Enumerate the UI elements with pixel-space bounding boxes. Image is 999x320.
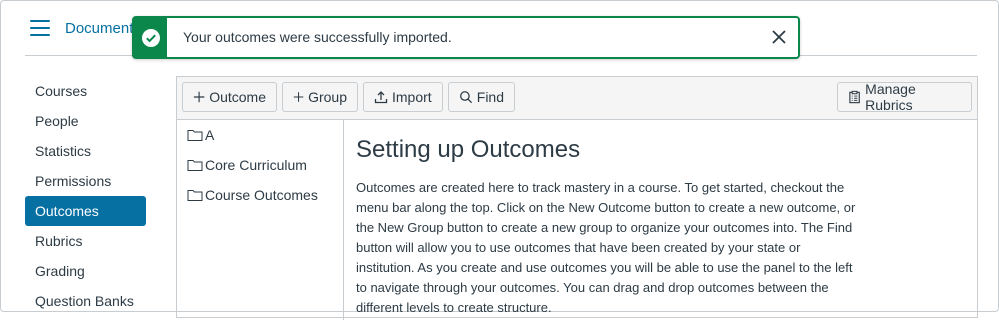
course-nav: Courses People Statistics Permissions Ou… [25, 76, 146, 316]
plus-icon [293, 92, 304, 102]
nav-item-rubrics[interactable]: Rubrics [25, 226, 146, 256]
manage-rubrics-label: Manage Rubrics [865, 81, 916, 113]
add-group-label: Group [308, 89, 347, 105]
search-icon [460, 91, 473, 104]
import-label: Import [392, 89, 432, 105]
folder-icon [187, 160, 203, 171]
success-toast: Your outcomes were successfully imported… [132, 16, 800, 59]
nav-item-outcomes[interactable]: Outcomes [25, 196, 146, 226]
tree-item-a[interactable]: A [177, 120, 343, 150]
import-button[interactable]: Import [363, 82, 443, 112]
app-frame: Document Courses People Statistics Permi… [0, 0, 999, 320]
find-label: Find [476, 89, 504, 105]
add-outcome-label: Outcome [209, 89, 266, 105]
import-icon [374, 91, 388, 104]
intro-text: Outcomes are created here to track maste… [356, 180, 856, 315]
nav-item-permissions[interactable]: Permissions [25, 166, 146, 196]
nav-item-courses[interactable]: Courses [25, 76, 146, 106]
add-group-button[interactable]: Group [282, 82, 358, 112]
nav-item-people[interactable]: People [25, 106, 146, 136]
rubric-clipboard-icon [849, 90, 860, 104]
toast-message: Your outcomes were successfully imported… [183, 29, 452, 45]
close-icon[interactable] [770, 28, 788, 46]
tree-item-label: A [205, 127, 215, 143]
outcomes-panel: Outcome Group Import Find Manage Rubrics [176, 76, 978, 320]
find-button[interactable]: Find [448, 82, 515, 112]
outcomes-intro: Setting up Outcomes Outcomes are created… [356, 136, 856, 318]
tree-item-core-curriculum[interactable]: Core Curriculum [177, 150, 343, 180]
nav-item-statistics[interactable]: Statistics [25, 136, 146, 166]
tree-item-label: Core Curriculum [205, 157, 307, 173]
page-title: Setting up Outcomes [356, 136, 581, 163]
breadcrumb[interactable]: Document [65, 20, 133, 37]
outcome-tree: A Core Curriculum Course Outcomes [177, 120, 344, 320]
folder-icon [187, 190, 203, 201]
manage-rubrics-button[interactable]: Manage Rubrics [837, 81, 972, 113]
outcomes-toolbar: Outcome Group Import Find Manage Rubrics [177, 77, 977, 120]
success-check-icon [142, 29, 160, 47]
nav-item-grading[interactable]: Grading [25, 256, 146, 286]
tree-item-label: Course Outcomes [205, 187, 318, 203]
plus-icon [193, 91, 205, 103]
add-outcome-button[interactable]: Outcome [182, 82, 277, 112]
tree-item-course-outcomes[interactable]: Course Outcomes [177, 180, 343, 210]
hamburger-menu-icon[interactable] [30, 20, 50, 38]
folder-icon [187, 130, 203, 141]
